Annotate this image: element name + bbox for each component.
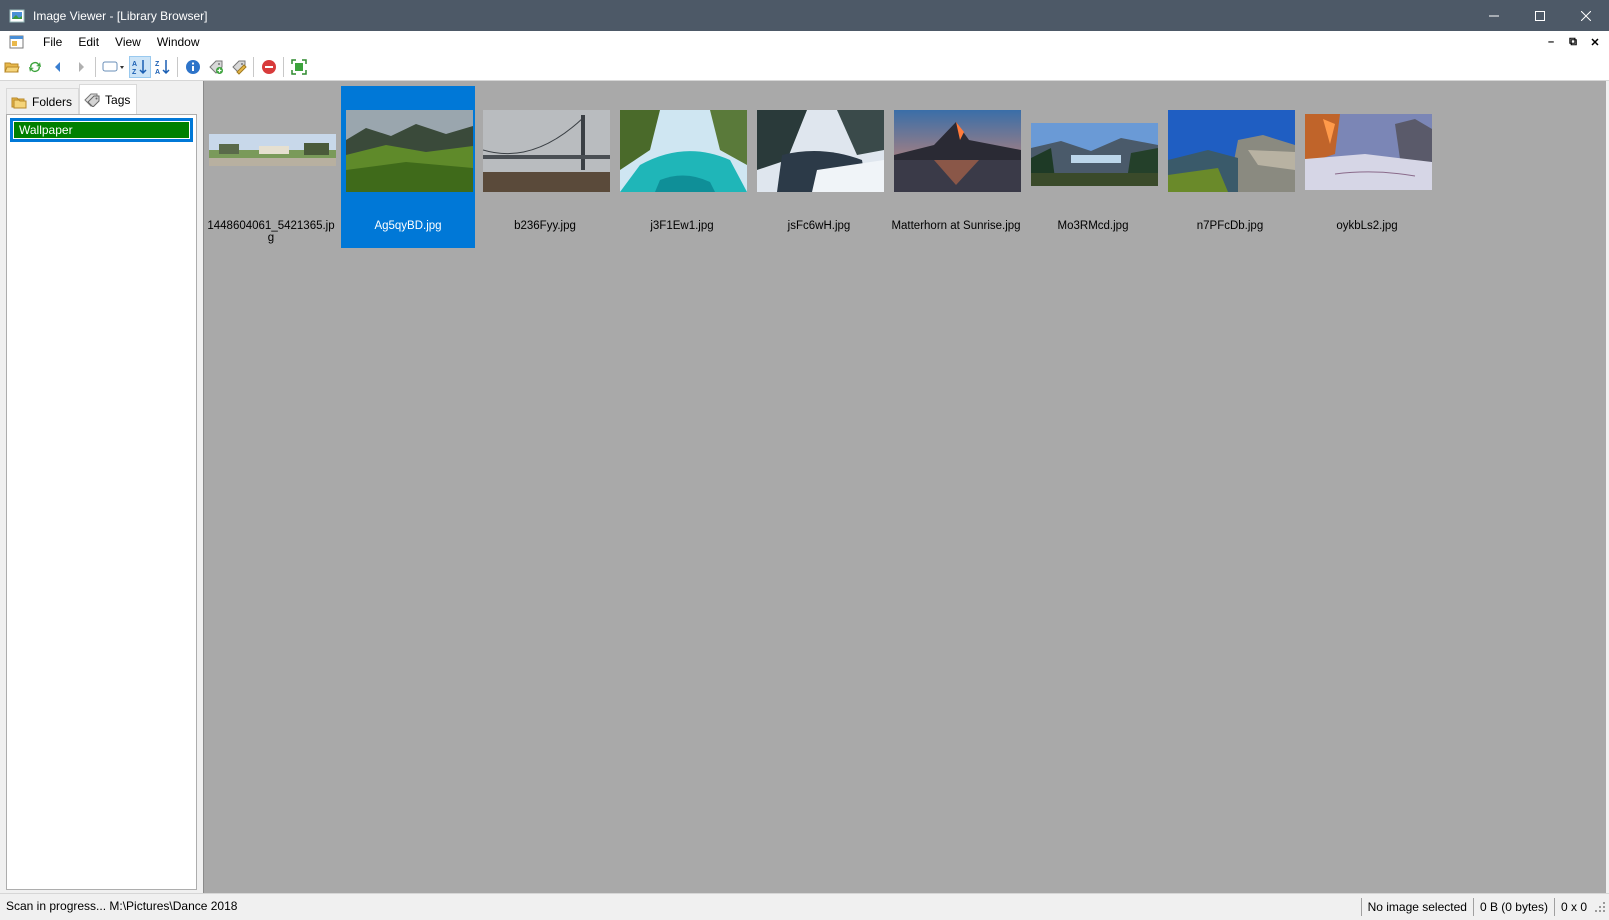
menu-file[interactable]: File (35, 31, 70, 53)
forward-icon (79, 61, 84, 72)
restore-child-icon[interactable]: ⧉ (1565, 36, 1581, 49)
pane-tabs: Folders Tags (6, 84, 138, 114)
thumbnail-item-selected[interactable]: Ag5qyBD.jpg (341, 86, 475, 248)
thumbnail-image (1031, 123, 1158, 186)
add-tag-button[interactable] (205, 56, 227, 78)
close-icon (1581, 10, 1591, 21)
menu-bar: File Edit View Window – ⧉ ✕ (0, 31, 1609, 53)
thumbnail-caption: j3F1Ew1.jpg (650, 220, 714, 232)
toolbar-separator (283, 56, 284, 77)
close-child-icon[interactable]: ✕ (1587, 36, 1603, 49)
menu-view[interactable]: View (107, 31, 149, 53)
stop-button[interactable] (258, 56, 280, 78)
back-icon (55, 61, 60, 72)
toolbar-separator (177, 56, 178, 77)
toolbar-separator (253, 56, 254, 77)
navigation-pane: Folders Tags Wallpaper (0, 81, 203, 893)
thumbnail-item[interactable]: 1448604061_5421365.jpg (204, 86, 338, 248)
tags-list: Wallpaper (6, 114, 197, 890)
thumbnail-caption: 1448604061_5421365.jpg (207, 220, 335, 244)
thumbnail-item[interactable]: j3F1Ew1.jpg (615, 86, 749, 248)
folders-icon (11, 97, 27, 108)
thumbnail-caption: b236Fyy.jpg (514, 220, 576, 232)
fit-screen-icon (291, 58, 307, 75)
view-mode-dropdown[interactable] (100, 56, 128, 78)
tags-icon (84, 93, 100, 107)
tab-tags[interactable]: Tags (79, 84, 138, 114)
svg-text:Z: Z (132, 69, 137, 76)
toolbar-separator (95, 56, 96, 77)
scan-status: Scan in progress... M:\Pictures\Dance 20… (6, 899, 238, 913)
info-button[interactable] (182, 56, 204, 78)
minimize-icon (1489, 15, 1499, 16)
menu-window[interactable]: Window (149, 31, 208, 53)
minimize-child-icon[interactable]: – (1543, 36, 1559, 48)
thumbnail-image (894, 110, 1021, 192)
thumbnail-item[interactable]: oykbLs2.jpg (1300, 86, 1434, 248)
window-title: Image Viewer - [Library Browser] (33, 8, 208, 23)
stop-icon (262, 59, 276, 74)
info-icon (186, 59, 200, 74)
thumbnail-item[interactable]: b236Fyy.jpg (478, 86, 612, 248)
thumbnail-item[interactable]: jsFc6wH.jpg (752, 86, 886, 248)
add-tag-icon (209, 60, 223, 74)
tab-folders[interactable]: Folders (6, 88, 80, 114)
thumbnail-caption: Mo3RMcd.jpg (1057, 220, 1129, 232)
maximize-icon (1535, 10, 1545, 21)
sort-ascending-icon: AZ (132, 59, 147, 76)
open-folder-button[interactable] (1, 56, 23, 78)
tag-label: Wallpaper (13, 121, 190, 139)
maximize-button[interactable] (1517, 0, 1563, 31)
thumbnail-grid[interactable]: 1448604061_5421365.jpg Ag5qyBD.jpg b236F… (203, 81, 1606, 893)
tag-item-wallpaper[interactable]: Wallpaper (10, 118, 193, 142)
thumbnail-image (209, 134, 336, 166)
thumbnail-image (620, 110, 747, 192)
svg-text:A: A (155, 69, 160, 76)
thumbnail-item[interactable]: n7PFcDb.jpg (1163, 86, 1297, 248)
document-window-icon[interactable] (9, 34, 25, 50)
status-bar: Scan in progress... M:\Pictures\Dance 20… (0, 893, 1609, 920)
edit-tag-icon (232, 60, 247, 75)
forward-button[interactable] (70, 56, 92, 78)
view-mode-dropdown-icon (102, 61, 124, 71)
thumbnail-image (757, 110, 884, 192)
thumbnail-caption: oykbLs2.jpg (1336, 220, 1398, 232)
thumbnail-caption: jsFc6wH.jpg (787, 220, 851, 232)
refresh-icon (29, 61, 41, 72)
refresh-button[interactable] (24, 56, 46, 78)
minimize-button[interactable] (1471, 0, 1517, 31)
thumbnail-caption: Ag5qyBD.jpg (374, 220, 442, 232)
svg-text:A: A (132, 61, 137, 68)
toolbar: AZ ZA (0, 53, 1609, 81)
title-bar: Image Viewer - [Library Browser] (0, 0, 1609, 31)
thumbnail-caption: Matterhorn at Sunrise.jpg (891, 220, 1021, 232)
thumbnail-image (1168, 110, 1295, 192)
sort-descending-icon: ZA (155, 59, 170, 76)
selection-status: No image selected (1360, 898, 1473, 916)
tab-folders-label: Folders (32, 94, 73, 109)
close-button[interactable] (1563, 0, 1609, 31)
thumbnail-image (346, 110, 473, 192)
fit-screen-button[interactable] (288, 56, 310, 78)
thumbnail-image (483, 110, 610, 192)
file-size-status: 0 B (0 bytes) (1472, 898, 1554, 916)
image-viewer-icon (9, 9, 25, 22)
resize-grip-icon[interactable] (1593, 900, 1607, 914)
thumbnail-item[interactable]: Matterhorn at Sunrise.jpg (889, 86, 1023, 248)
svg-text:Z: Z (155, 61, 160, 68)
sort-ascending-button[interactable]: AZ (129, 55, 151, 78)
tab-tags-label: Tags (105, 92, 131, 107)
thumbnail-item[interactable]: Mo3RMcd.jpg (1026, 86, 1160, 248)
back-button[interactable] (47, 56, 69, 78)
open-folder-icon (4, 62, 20, 72)
thumbnail-image (1305, 114, 1432, 190)
thumbnail-caption: n7PFcDb.jpg (1196, 220, 1264, 232)
dimensions-status: 0 x 0 (1553, 898, 1593, 916)
edit-tag-button[interactable] (228, 56, 250, 78)
sort-descending-button[interactable]: ZA (152, 56, 174, 78)
menu-edit[interactable]: Edit (70, 31, 107, 53)
